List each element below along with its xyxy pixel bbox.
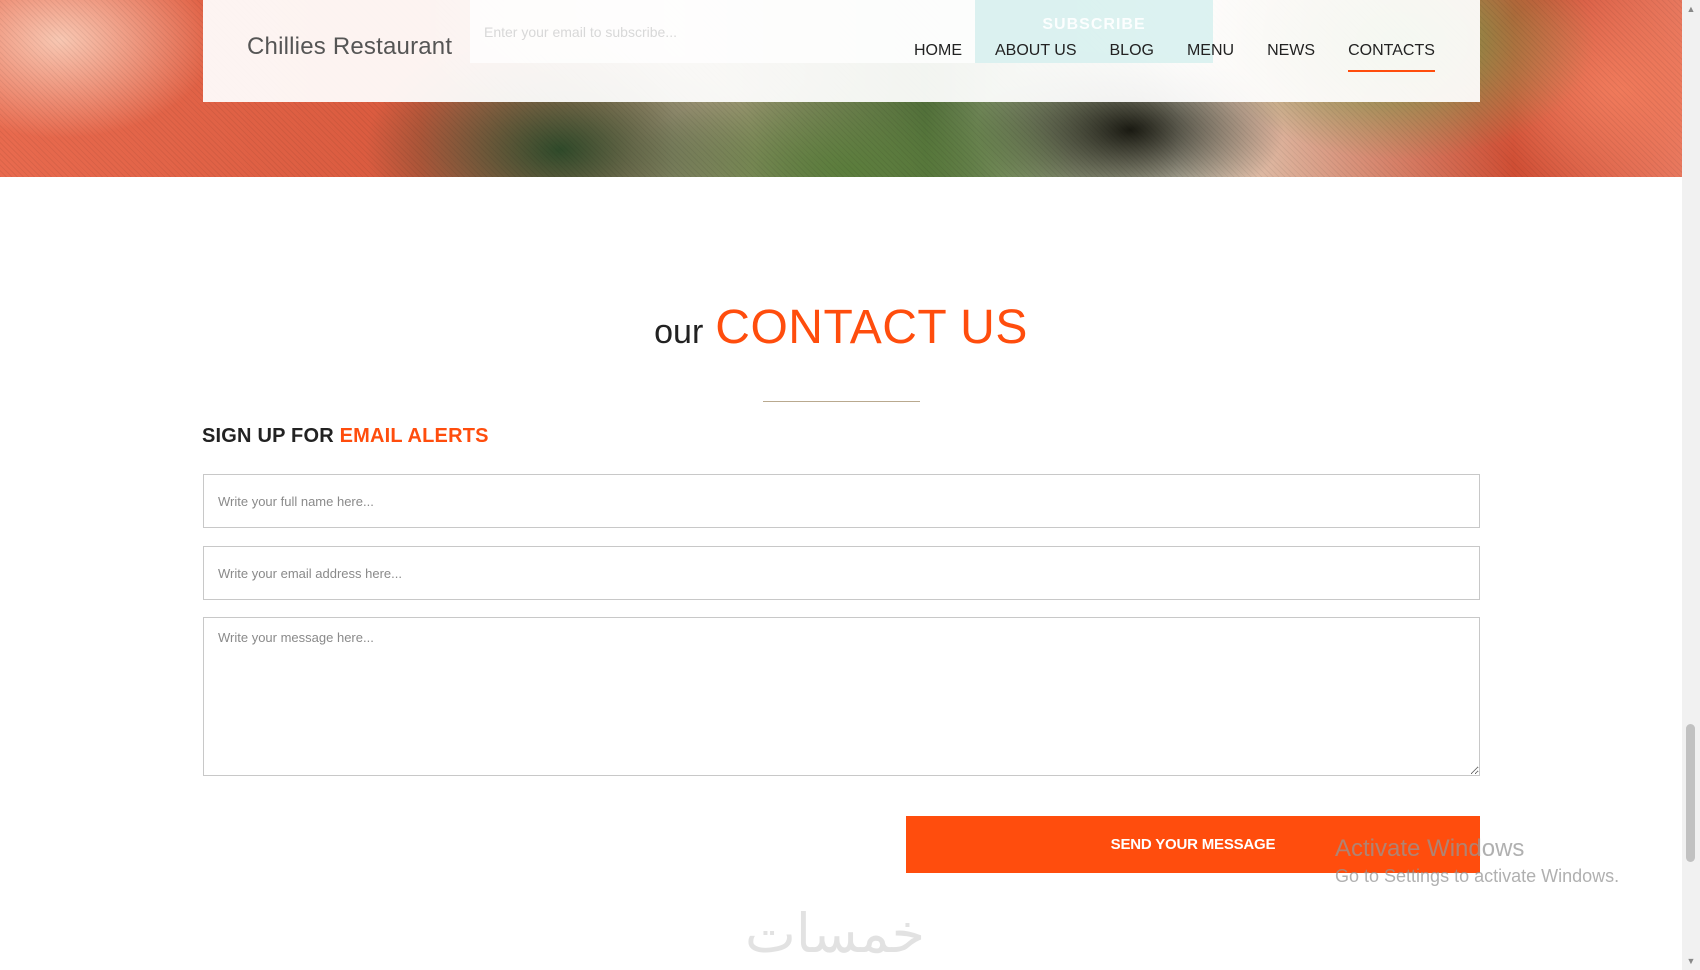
page-scrollbar[interactable]: ▲ ▼	[1682, 0, 1700, 970]
khamsat-logo: خمسات	[745, 902, 926, 965]
contact-section-title: our CONTACT US	[0, 300, 1682, 355]
nav-item-home[interactable]: HOME	[914, 42, 962, 72]
email-alerts-prefix: SIGN UP FOR	[202, 425, 334, 447]
nav-item-contacts[interactable]: CONTACTS	[1348, 42, 1435, 72]
windows-activation-title: Activate Windows	[1335, 835, 1525, 862]
nav-item-blog[interactable]: BLOG	[1110, 42, 1154, 72]
scroll-down-arrow-icon[interactable]: ▼	[1682, 952, 1700, 970]
subscribe-email-input[interactable]	[470, 0, 975, 63]
nav-item-about-us[interactable]: ABOUT US	[995, 42, 1077, 72]
contact-heading-main: CONTACT US	[715, 301, 1028, 354]
email-address-input[interactable]	[203, 546, 1480, 600]
message-textarea[interactable]	[203, 617, 1480, 776]
contact-heading-prefix: our	[654, 313, 704, 351]
scroll-up-arrow-icon[interactable]: ▲	[1682, 0, 1700, 18]
email-alerts-accent: EMAIL ALERTS	[339, 425, 489, 447]
email-alerts-heading: SIGN UP FOR EMAIL ALERTS	[202, 425, 489, 448]
windows-activation-subtitle: Go to Settings to activate Windows.	[1335, 866, 1620, 886]
nav-item-news[interactable]: NEWS	[1267, 42, 1315, 72]
section-divider	[763, 401, 920, 402]
site-header: Chillies Restaurant SUBSCRIBE HOME ABOUT…	[203, 0, 1480, 102]
main-nav: HOME ABOUT US BLOG MENU NEWS CONTACTS	[914, 42, 1468, 72]
nav-item-menu[interactable]: MENU	[1187, 42, 1234, 72]
scrollbar-thumb[interactable]	[1686, 724, 1695, 862]
brand-logo-text[interactable]: Chillies Restaurant	[247, 33, 452, 61]
full-name-input[interactable]	[203, 474, 1480, 528]
